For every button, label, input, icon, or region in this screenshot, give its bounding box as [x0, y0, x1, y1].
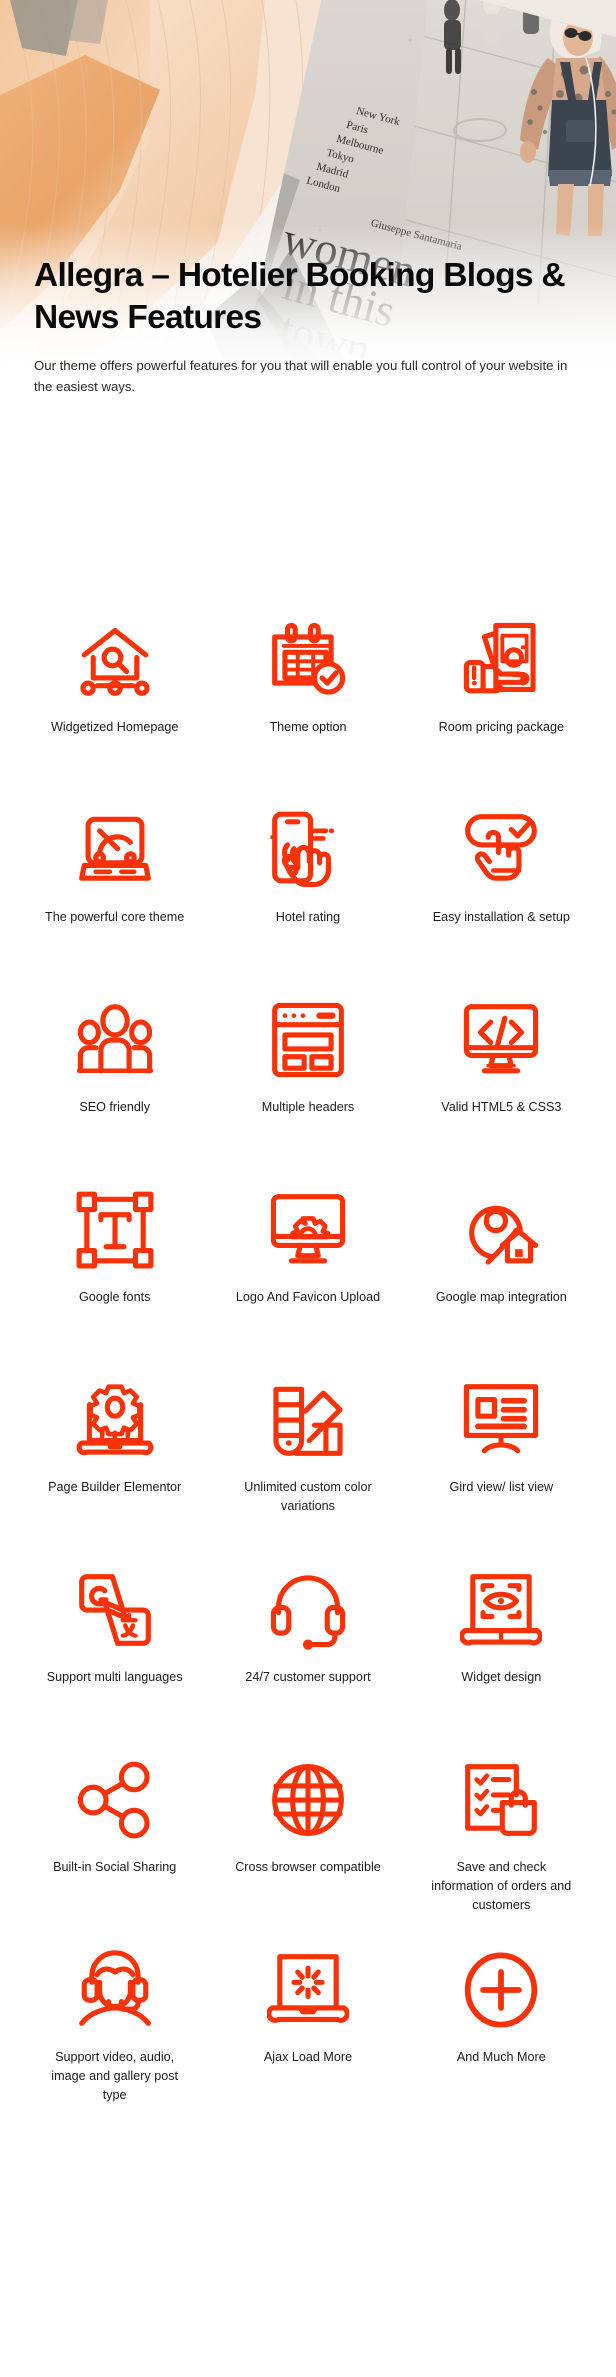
headset-icon: [264, 1566, 352, 1654]
feature-item[interactable]: Multiple headers: [211, 980, 404, 1170]
feature-label: Gird view/ list view: [449, 1480, 554, 1494]
feature-item[interactable]: Support multi languages: [18, 1550, 211, 1740]
feature-label: Easy installation & setup: [432, 910, 570, 924]
feature-label: Unlimited custom color variations: [244, 1480, 372, 1513]
feature-item[interactable]: Gird view/ list view: [405, 1360, 598, 1550]
feature-item[interactable]: Google map integration: [405, 1170, 598, 1360]
feature-label: Logo And Favicon Upload: [235, 1290, 381, 1304]
feature-label: Hotel rating: [275, 910, 341, 924]
translate-icon: [71, 1566, 159, 1654]
support-person-icon: [71, 1946, 159, 2034]
feature-item[interactable]: Room pricing package: [405, 600, 598, 790]
feature-item[interactable]: 24/7 customer support: [211, 1550, 404, 1740]
feature-label: Built-in Social Sharing: [53, 1860, 177, 1874]
feature-item[interactable]: Cross browser compatible: [211, 1740, 404, 1930]
layout-header-icon: [264, 996, 352, 1084]
feature-item[interactable]: Unlimited custom color variations: [211, 1360, 404, 1550]
feature-showcase-page: New York Paris Melbourne Tokyo Madrid Lo…: [0, 0, 616, 2377]
feature-label: Google map integration: [435, 1290, 567, 1304]
map-pin-house-icon: [457, 1186, 545, 1274]
laptop-eye-icon: [457, 1566, 545, 1654]
people-group-icon: [71, 996, 159, 1084]
feature-label: Widget design: [461, 1670, 542, 1684]
hand-money-icon: [457, 616, 545, 704]
laptop-loading-icon: [264, 1946, 352, 2034]
feature-label: Google fonts: [78, 1290, 151, 1304]
monitor-gear-icon: [264, 1186, 352, 1274]
feature-label: Theme option: [269, 720, 347, 734]
feature-item[interactable]: Save and check information of orders and…: [405, 1740, 598, 1930]
feature-item[interactable]: Widgetized Homepage: [18, 600, 211, 790]
feature-item[interactable]: The powerful core theme: [18, 790, 211, 980]
feature-label: Ajax Load More: [263, 2050, 353, 2064]
feature-item[interactable]: SEO friendly: [18, 980, 211, 1170]
feature-label: Support video, audio, image and gallery …: [51, 2050, 179, 2102]
checklist-bag-icon: [457, 1756, 545, 1844]
feature-item[interactable]: Ajax Load More: [211, 1930, 404, 2120]
page-title: Allegra – Hotelier Booking Blogs & News …: [34, 257, 566, 336]
feature-label: SEO friendly: [79, 1100, 151, 1114]
monitor-list-icon: [457, 1376, 545, 1464]
feature-item[interactable]: Easy installation & setup: [405, 790, 598, 980]
feature-label: And Much More: [456, 2050, 546, 2064]
feature-item[interactable]: Google fonts: [18, 1170, 211, 1360]
feature-label: 24/7 customer support: [245, 1670, 371, 1684]
feature-item[interactable]: Built-in Social Sharing: [18, 1740, 211, 1930]
feature-item[interactable]: Valid HTML5 & CSS3: [405, 980, 598, 1170]
calendar-check-icon: [264, 616, 352, 704]
page-subtitle: Our theme offers powerful features for y…: [34, 358, 568, 395]
feature-label: Cross browser compatible: [235, 1860, 381, 1874]
feature-label: Support multi languages: [46, 1670, 183, 1684]
share-nodes-icon: [71, 1756, 159, 1844]
laptop-gear-icon: [71, 1376, 159, 1464]
feature-label: Save and check information of orders and…: [431, 1860, 572, 1912]
feature-item[interactable]: Widget design: [405, 1550, 598, 1740]
click-check-icon: [457, 806, 545, 894]
feature-label: Widgetized Homepage: [50, 720, 179, 734]
plus-circle-icon: [457, 1946, 545, 2034]
feature-label: The powerful core theme: [45, 910, 185, 924]
feature-item[interactable]: Support video, audio, image and gallery …: [18, 1930, 211, 2120]
feature-label: Multiple headers: [261, 1100, 355, 1114]
text-transform-icon: [71, 1186, 159, 1274]
feature-label: Valid HTML5 & CSS3: [441, 1100, 562, 1114]
feature-label: Room pricing package: [438, 720, 564, 734]
globe-icon: [264, 1756, 352, 1844]
code-monitor-icon: [457, 996, 545, 1084]
feature-item[interactable]: Logo And Favicon Upload: [211, 1170, 404, 1360]
feature-item[interactable]: Theme option: [211, 600, 404, 790]
feature-grid: Widgetized Homepage Theme option Room pr…: [0, 600, 616, 2120]
color-swatch-icon: [264, 1376, 352, 1464]
speedometer-icon: [71, 806, 159, 894]
feature-item[interactable]: Page Builder Elementor: [18, 1360, 211, 1550]
mobile-tap-icon: [264, 806, 352, 894]
header-block: Allegra – Hotelier Booking Blogs & News …: [0, 255, 616, 398]
feature-label: Page Builder Elementor: [48, 1480, 182, 1494]
home-search-icon: [71, 616, 159, 704]
feature-item[interactable]: And Much More: [405, 1930, 598, 2120]
feature-item[interactable]: Hotel rating: [211, 790, 404, 980]
